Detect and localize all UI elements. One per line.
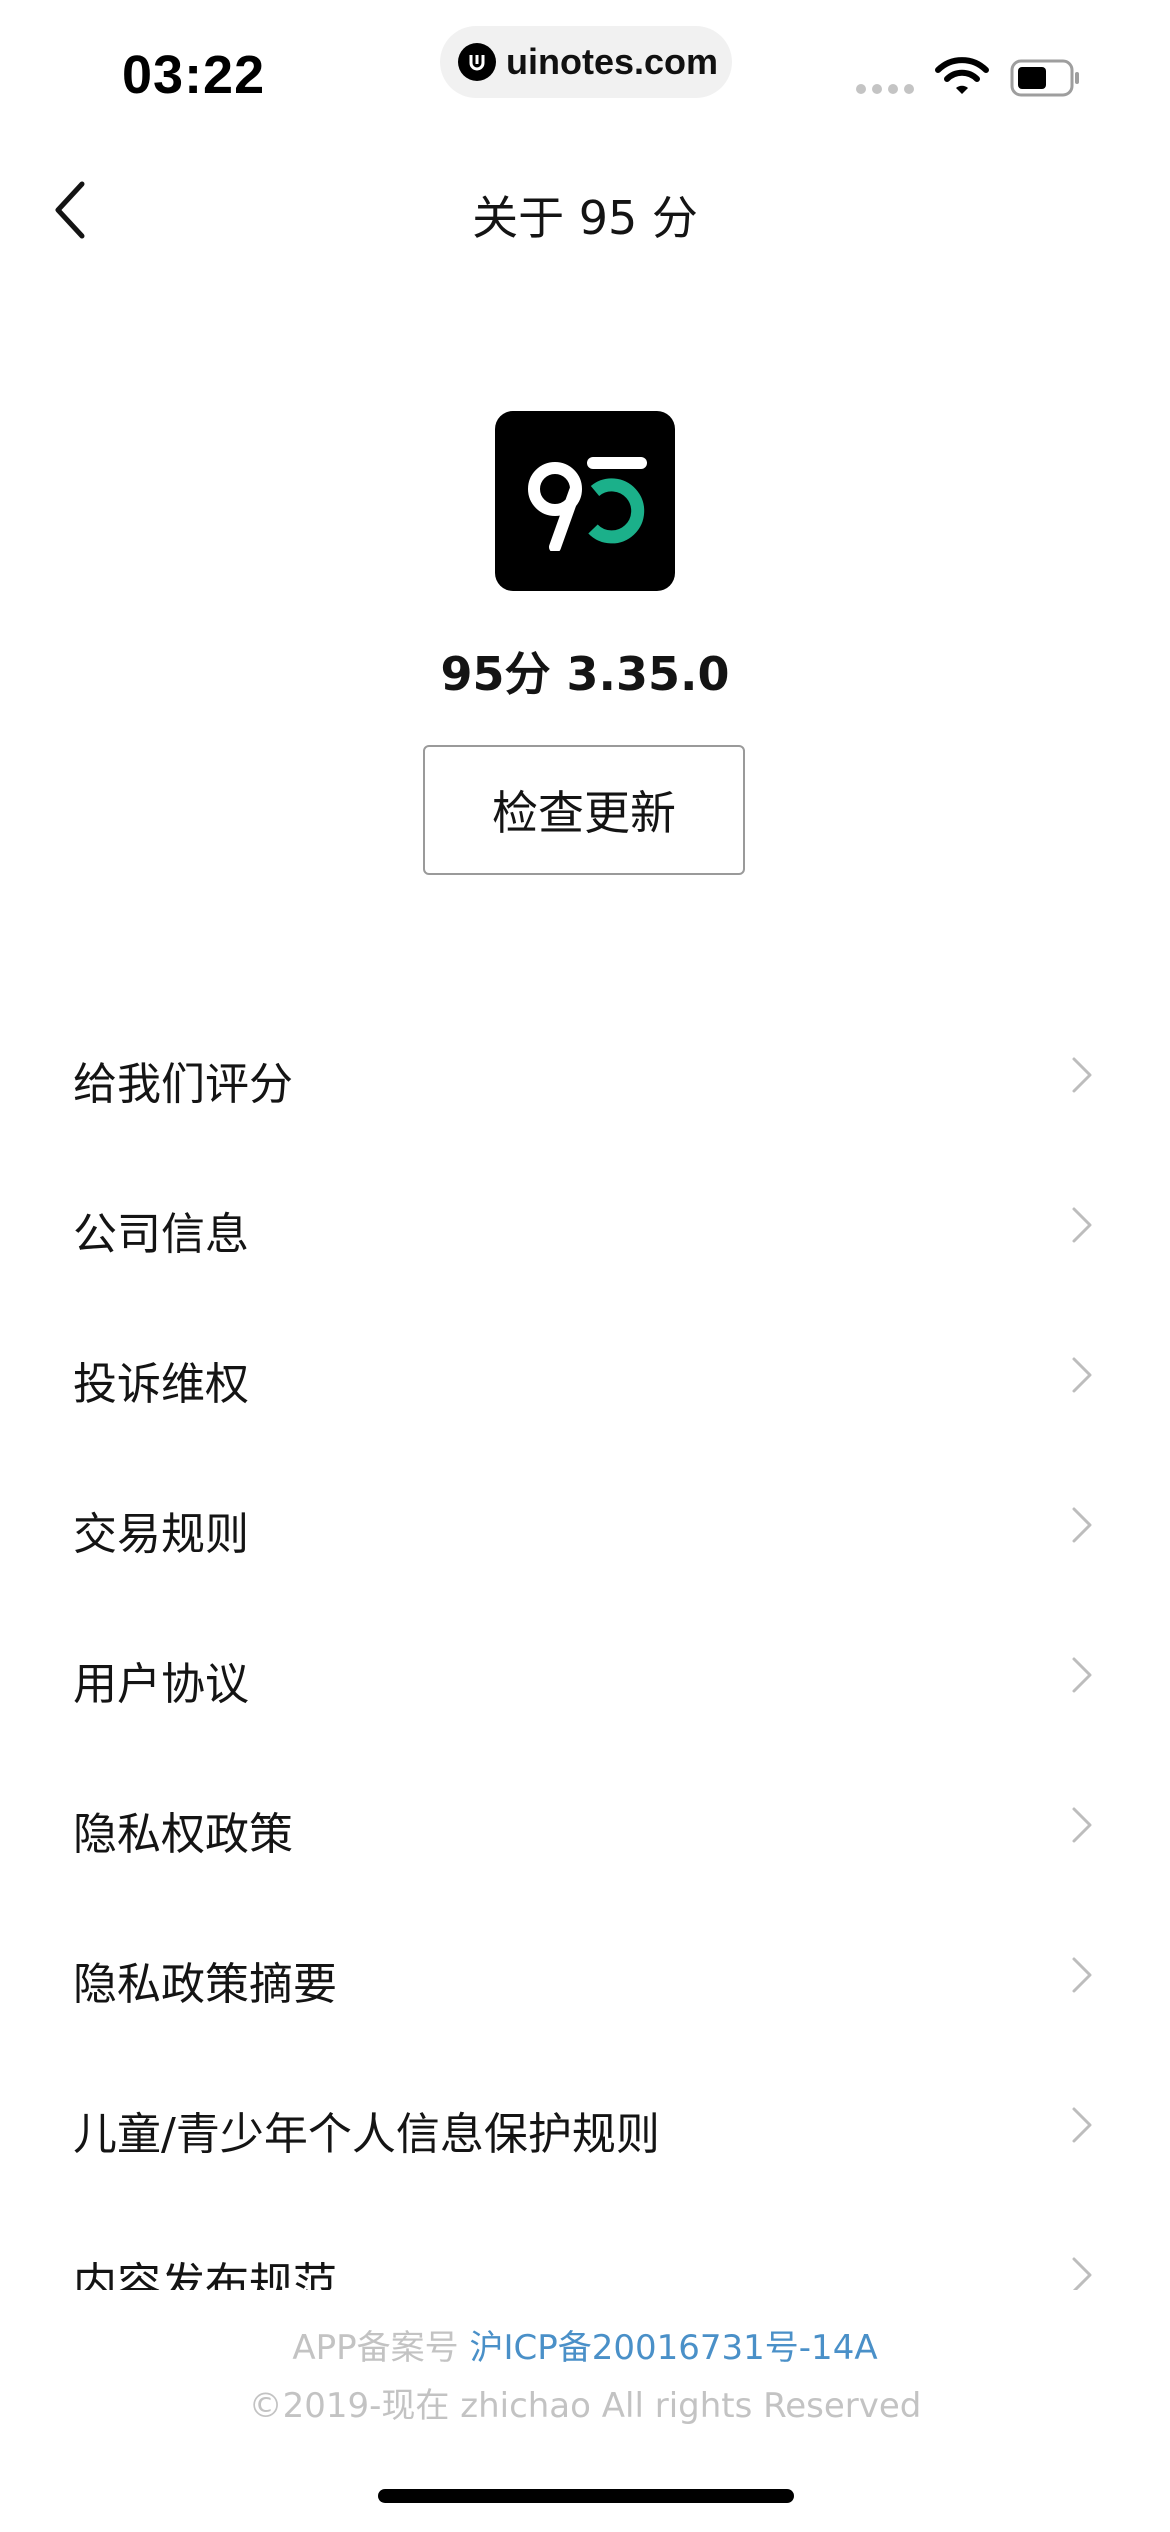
chevron-right-icon	[1072, 2257, 1092, 2293]
menu-item-label: 给我们评分	[73, 1059, 293, 1110]
menu-item-label: 隐私政策摘要	[73, 1959, 337, 2010]
icp-link[interactable]: 沪ICP备20016731号-14A	[469, 2328, 877, 2368]
status-time: 03:22	[122, 45, 266, 105]
menu-item-label: 儿童/青少年个人信息保护规则	[73, 2109, 660, 2160]
app-logo-icon	[495, 411, 675, 591]
chevron-right-icon	[1072, 1207, 1092, 1243]
chevron-right-icon	[1072, 1057, 1092, 1093]
site-logo-icon	[458, 43, 496, 81]
app-version: 95分 3.35.0	[440, 647, 730, 701]
copyright: ©2019-现在 zhichao All rights Reserved	[248, 2386, 922, 2426]
battery-icon	[1010, 58, 1082, 102]
menu-item-complaints[interactable]: 投诉维权	[0, 1300, 1170, 1450]
menu-item-label: 投诉维权	[73, 1359, 249, 1410]
url-pill[interactable]: uinotes.com	[440, 26, 732, 98]
home-indicator[interactable]	[378, 2489, 794, 2503]
menu-item-label: 公司信息	[73, 1209, 249, 1260]
wifi-icon	[935, 56, 989, 100]
menu-item-privacy-policy[interactable]: 隐私权政策	[0, 1750, 1170, 1900]
cellular-signal-icon	[856, 84, 914, 94]
chevron-right-icon	[1072, 1357, 1092, 1393]
chevron-right-icon	[1072, 1507, 1092, 1543]
chevron-right-icon	[1072, 2107, 1092, 2143]
menu-item-privacy-summary[interactable]: 隐私政策摘要	[0, 1900, 1170, 2050]
menu-item-minor-protection[interactable]: 儿童/青少年个人信息保护规则	[0, 2050, 1170, 2200]
icp-line: APP备案号 沪ICP备20016731号-14A	[0, 2320, 1170, 2369]
footer: APP备案号 沪ICP备20016731号-14A ©2019-现在 zhich…	[0, 2290, 1170, 2426]
menu-item-label: 用户协议	[73, 1659, 249, 1710]
nav-bar: 关于 95 分	[0, 150, 1170, 270]
status-bar: 03:22 uinotes.com	[0, 0, 1170, 140]
menu-item-rate-us[interactable]: 给我们评分	[0, 1000, 1170, 1150]
menu-item-user-agreement[interactable]: 用户协议	[0, 1600, 1170, 1750]
menu-item-company-info[interactable]: 公司信息	[0, 1150, 1170, 1300]
url-text: uinotes.com	[506, 41, 719, 82]
check-update-button[interactable]: 检查更新	[423, 745, 745, 875]
chevron-right-icon	[1072, 1657, 1092, 1693]
menu-item-label: 交易规则	[73, 1509, 249, 1560]
menu-list: 给我们评分 公司信息 投诉维权 交易规则 用户协议 隐私权政策 隐私政策摘要 儿…	[0, 1000, 1170, 2350]
chevron-right-icon	[1072, 1957, 1092, 1993]
page-title: 关于 95 分	[472, 191, 698, 245]
icp-prefix: APP备案号	[292, 2328, 470, 2368]
menu-item-trading-rules[interactable]: 交易规则	[0, 1450, 1170, 1600]
chevron-right-icon	[1072, 1807, 1092, 1843]
menu-item-label: 隐私权政策	[73, 1809, 293, 1860]
